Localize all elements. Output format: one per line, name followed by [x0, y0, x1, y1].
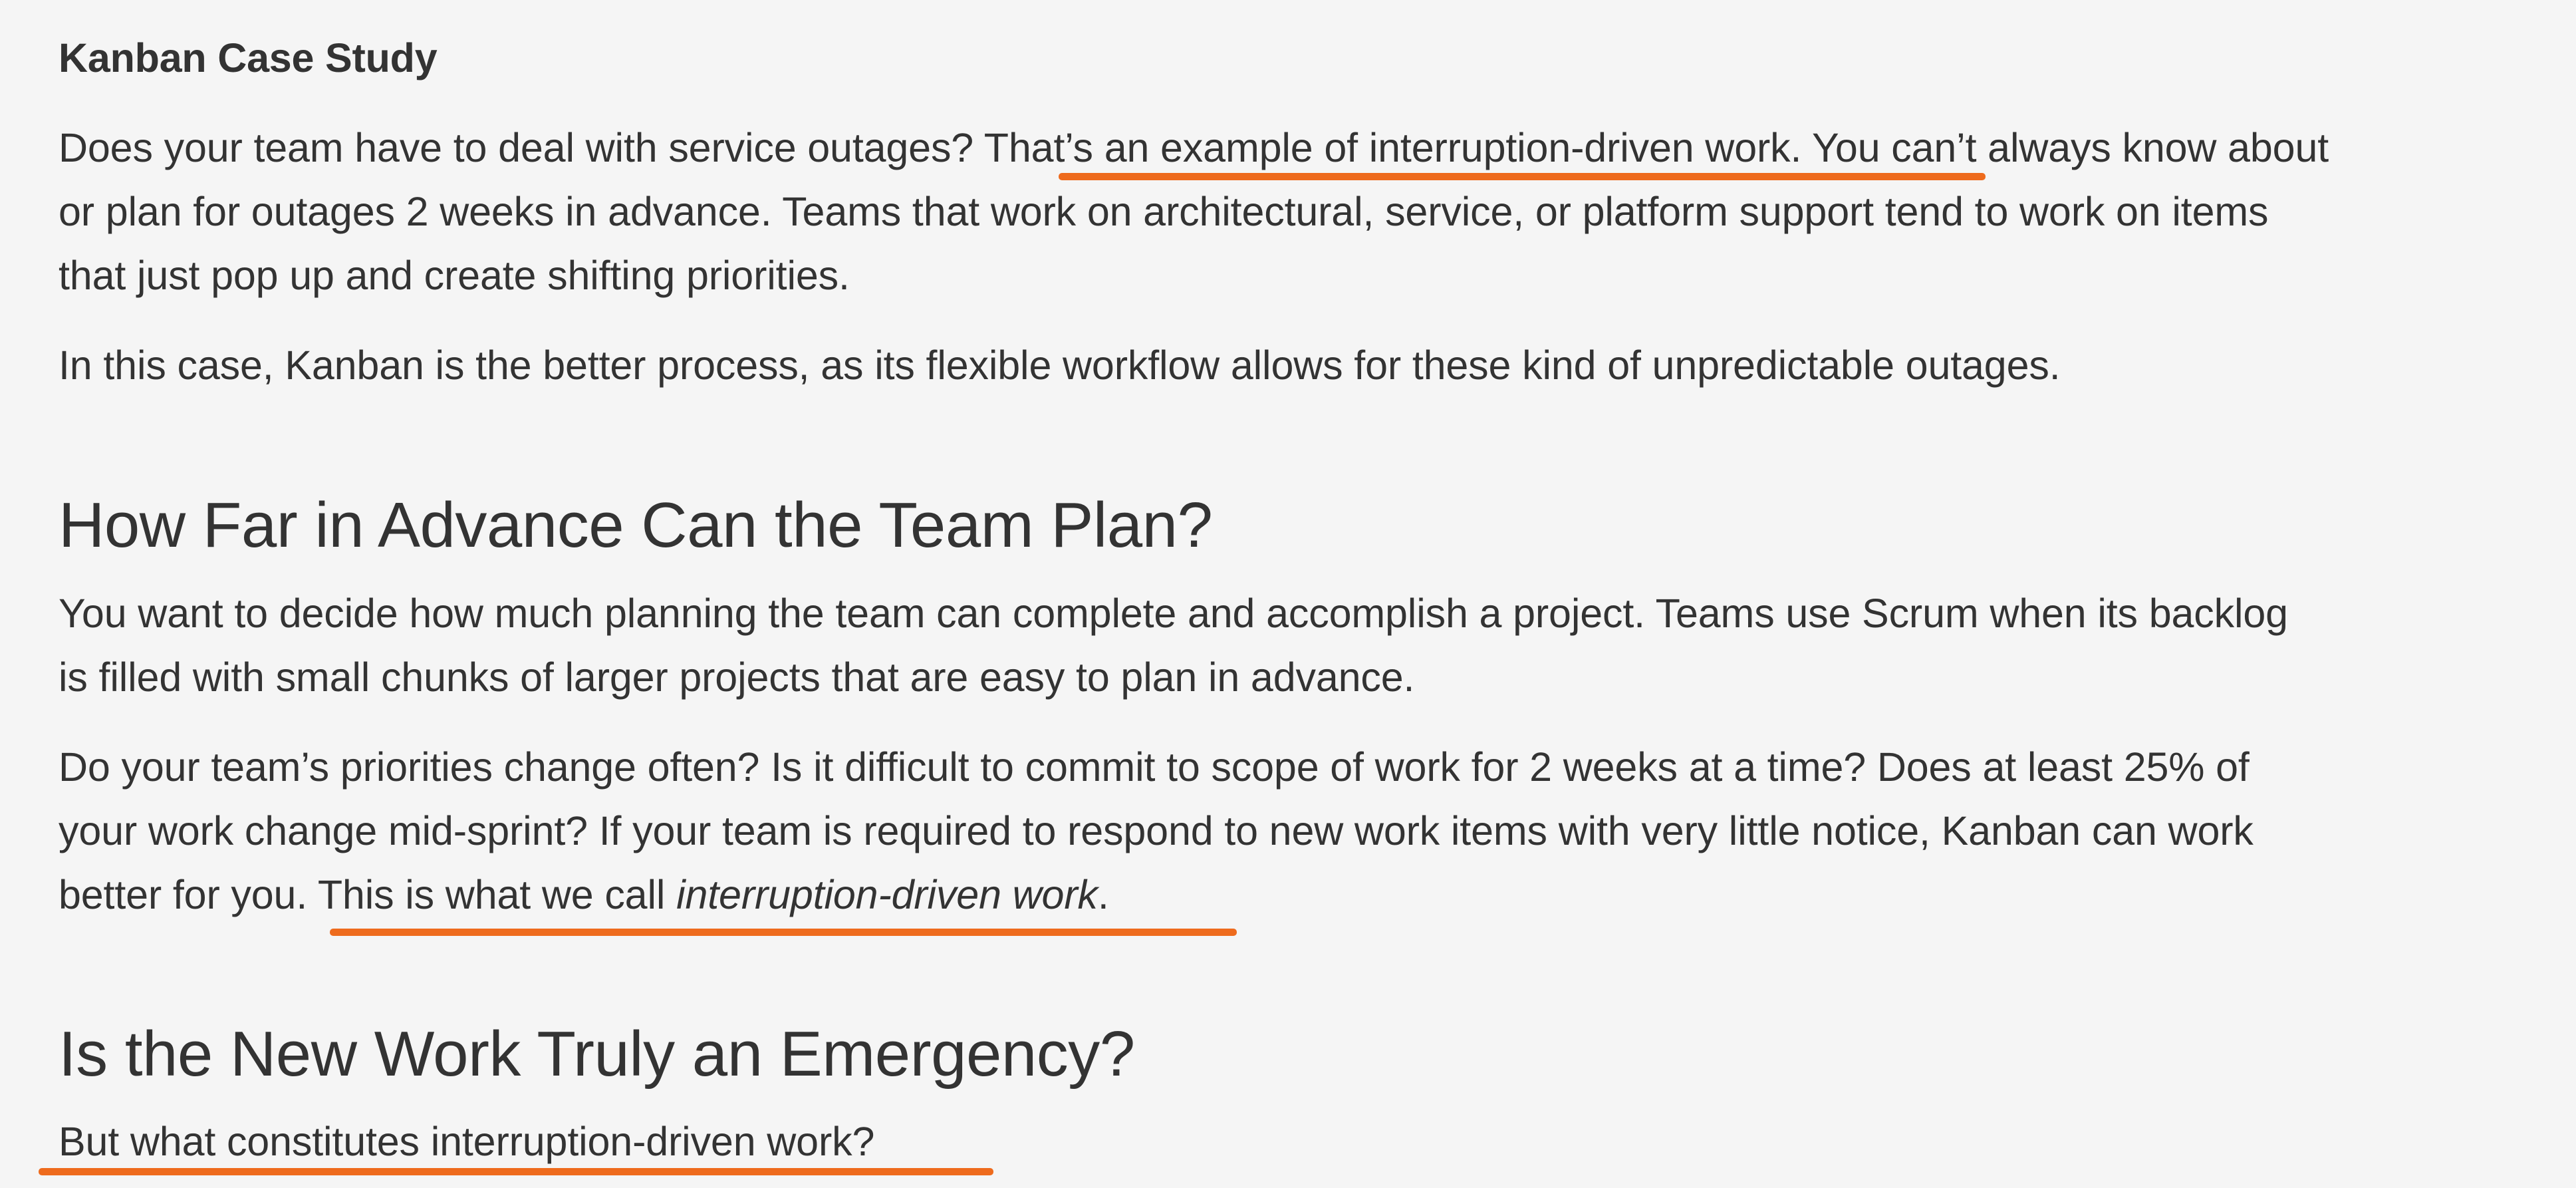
text-segment: better for you. — [59, 872, 308, 917]
paragraph-line: Does your team have to deal with service… — [59, 116, 2572, 180]
emergency-paragraph-1: But what constitutes interruption-driven… — [59, 1110, 2572, 1173]
paragraph-line: is filled with small chunks of larger pr… — [59, 655, 1415, 700]
paragraph-line: your work change mid-sprint? If your tea… — [59, 808, 2254, 853]
paragraph-line: that just pop up and create shifting pri… — [59, 253, 850, 298]
text-segment: . — [1097, 872, 1109, 917]
kanban-case-study-paragraph-2: In this case, Kanban is the better proce… — [59, 333, 2572, 397]
kanban-case-study-heading: Kanban Case Study — [59, 35, 438, 80]
highlighted-phrase: That’s an example of interruption-driven… — [983, 125, 1802, 170]
plan-ahead-heading: How Far in Advance Can the Team Plan? — [59, 490, 1213, 561]
text-segment: This is what we call — [307, 872, 677, 917]
annotation-underline — [39, 1168, 993, 1175]
emergency-heading: Is the New Work Truly an Emergency? — [59, 1018, 1135, 1090]
paragraph-line: Do your team’s priorities change often? … — [59, 744, 2250, 790]
paragraph-line: But what constitutes interruption-driven… — [59, 1119, 875, 1164]
plan-ahead-paragraph-1: You want to decide how much planning the… — [59, 581, 2572, 709]
paragraph-line: In this case, Kanban is the better proce… — [59, 343, 2061, 388]
text-segment: Does your team have to deal with service… — [59, 125, 984, 170]
annotation-underline — [330, 929, 1237, 936]
paragraph-line: or plan for outages 2 weeks in advance. … — [59, 189, 2269, 234]
annotation-underline — [1059, 173, 1986, 180]
kanban-case-study-paragraph-1: Does your team have to deal with service… — [59, 116, 2572, 307]
paragraph-line: better for you. This is what we call int… — [59, 863, 2572, 927]
plan-ahead-paragraph-2: Do your team’s priorities change often? … — [59, 735, 2572, 927]
emphasized-term: interruption-driven work — [676, 872, 1098, 917]
text-segment: You can’t always know about — [1801, 125, 2329, 170]
paragraph-line: You want to decide how much planning the… — [59, 591, 2288, 636]
